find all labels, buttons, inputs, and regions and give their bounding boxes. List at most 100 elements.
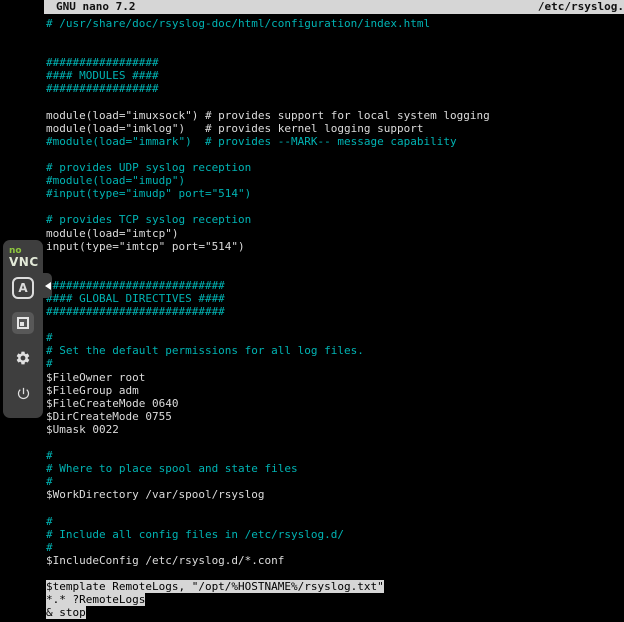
editor-line-text: module(load="imklog") # provides kernel … xyxy=(46,122,424,135)
editor-line: $FileGroup adm xyxy=(46,384,624,397)
editor-line: $FileCreateMode 0640 xyxy=(46,397,624,410)
editor-line: # xyxy=(46,541,624,554)
editor-line-text xyxy=(46,43,53,56)
editor-line: # xyxy=(46,449,624,462)
editor-line-text: input(type="imtcp" port="514") xyxy=(46,240,245,253)
nano-filename-label: /etc/rsyslog. xyxy=(538,0,624,14)
nano-titlebar: GNU nano 7.2 /etc/rsyslog. xyxy=(44,0,624,14)
editor-line-text: # xyxy=(46,515,53,528)
editor-line-text xyxy=(46,501,53,514)
editor-line-text xyxy=(46,318,53,331)
terminal-window: GNU nano 7.2 /etc/rsyslog. # /usr/share/… xyxy=(44,0,624,622)
editor-line-text: *.* ?RemoteLogs xyxy=(46,593,145,606)
editor-line: $DirCreateMode 0755 xyxy=(46,410,624,423)
editor-line-text: #module(load="imudp") xyxy=(46,174,185,187)
editor-line-text: #module(load="immark") # provides --MARK… xyxy=(46,135,457,148)
editor-line-text: #input(type="imudp" port="514") xyxy=(46,187,251,200)
editor-line-text: # xyxy=(46,541,53,554)
editor-line xyxy=(46,436,624,449)
editor-line-text: # Set the default permissions for all lo… xyxy=(46,344,364,357)
editor-line xyxy=(46,148,624,161)
editor-line: ########################### xyxy=(46,279,624,292)
editor-line-text xyxy=(46,567,53,580)
editor-line-text: # xyxy=(46,357,53,370)
editor-line-text: # provides UDP syslog reception xyxy=(46,161,251,174)
editor-line: # /usr/share/doc/rsyslog-doc/html/config… xyxy=(46,17,624,30)
editor-line: module(load="imuxsock") # provides suppo… xyxy=(46,109,624,122)
editor-line: # xyxy=(46,515,624,528)
editor-line-text: module(load="imuxsock") # provides suppo… xyxy=(46,109,490,122)
editor-line-text: ########################### xyxy=(46,279,225,292)
editor-line: # xyxy=(46,331,624,344)
editor-line: #input(type="imudp" port="514") xyxy=(46,187,624,200)
editor-line-text: $Umask 0022 xyxy=(46,423,119,436)
editor-line: $Umask 0022 xyxy=(46,423,624,436)
editor-line-text: # Where to place spool and state files xyxy=(46,462,298,475)
editor-line xyxy=(46,30,624,43)
extra-keys-button[interactable]: A xyxy=(12,277,34,299)
editor-line: #module(load="imudp") xyxy=(46,174,624,187)
editor-line-text: & stop xyxy=(46,606,86,619)
editor-line: # provides UDP syslog reception xyxy=(46,161,624,174)
power-button[interactable] xyxy=(12,382,34,404)
editor-line-text: #### GLOBAL DIRECTIVES #### xyxy=(46,292,225,305)
desktop-screen: GNU nano 7.2 /etc/rsyslog. # /usr/share/… xyxy=(0,0,624,622)
editor-line: # Where to place spool and state files xyxy=(46,462,624,475)
editor-line: & stop xyxy=(46,606,624,619)
editor-line-text: $WorkDirectory /var/spool/rsyslog xyxy=(46,488,265,501)
editor-line-text: ################# xyxy=(46,56,159,69)
editor-line-text: $FileCreateMode 0640 xyxy=(46,397,178,410)
letter-a-icon: A xyxy=(18,281,27,295)
editor-line: #### MODULES #### xyxy=(46,69,624,82)
editor-line: ########################### xyxy=(46,305,624,318)
gear-icon xyxy=(15,350,31,366)
novnc-logo: no VNC xyxy=(9,247,37,268)
editor-line xyxy=(46,318,624,331)
vnc-control-panel: no VNC A xyxy=(3,240,43,418)
editor-line: # Set the default permissions for all lo… xyxy=(46,344,624,357)
fullscreen-button[interactable] xyxy=(12,312,34,334)
editor-line: input(type="imtcp" port="514") xyxy=(46,240,624,253)
editor-line: ################# xyxy=(46,56,624,69)
editor-line-text: ################# xyxy=(46,82,159,95)
novnc-logo-vnc: VNC xyxy=(9,256,37,268)
editor-line xyxy=(46,200,624,213)
editor-line: module(load="imtcp") xyxy=(46,227,624,240)
editor-line: # Include all config files in /etc/rsysl… xyxy=(46,528,624,541)
editor-line-text: # /usr/share/doc/rsyslog-doc/html/config… xyxy=(46,17,430,30)
editor-line-text xyxy=(46,96,53,109)
editor-line-text: # Include all config files in /etc/rsysl… xyxy=(46,528,344,541)
editor-line xyxy=(46,96,624,109)
editor-line-text: # xyxy=(46,449,53,462)
screen-dot-icon xyxy=(17,317,29,329)
editor-line: $IncludeConfig /etc/rsyslog.d/*.conf xyxy=(46,554,624,567)
editor-line-text: #### MODULES #### xyxy=(46,69,159,82)
editor-line xyxy=(46,567,624,580)
editor-line: *.* ?RemoteLogs xyxy=(46,593,624,606)
editor-line: $template RemoteLogs, "/opt/%HOSTNAME%/r… xyxy=(46,580,624,593)
nano-version-label: GNU nano 7.2 xyxy=(56,0,135,14)
settings-button[interactable] xyxy=(12,347,34,369)
editor-line-text: ########################### xyxy=(46,305,225,318)
editor-line xyxy=(46,253,624,266)
editor-line: $FileOwner root xyxy=(46,371,624,384)
editor-line-text: $DirCreateMode 0755 xyxy=(46,410,172,423)
editor-line-text: $IncludeConfig /etc/rsyslog.d/*.conf xyxy=(46,554,284,567)
vnc-button-column: A xyxy=(12,277,34,404)
editor-line-text xyxy=(46,148,53,161)
panel-collapse-handle[interactable] xyxy=(43,273,52,298)
editor-line: $WorkDirectory /var/spool/rsyslog xyxy=(46,488,624,501)
editor-line-text xyxy=(46,30,53,43)
editor-line-text xyxy=(46,253,53,266)
editor-line xyxy=(46,266,624,279)
power-icon xyxy=(16,386,31,401)
editor-line: module(load="imklog") # provides kernel … xyxy=(46,122,624,135)
editor-line-text: $FileGroup adm xyxy=(46,384,139,397)
editor-line-text xyxy=(46,436,53,449)
editor-line-text: module(load="imtcp") xyxy=(46,227,178,240)
editor-line xyxy=(46,501,624,514)
editor-content[interactable]: # /usr/share/doc/rsyslog-doc/html/config… xyxy=(44,14,624,619)
editor-line-text xyxy=(46,200,53,213)
editor-line: # xyxy=(46,357,624,370)
editor-line: ################# xyxy=(46,82,624,95)
